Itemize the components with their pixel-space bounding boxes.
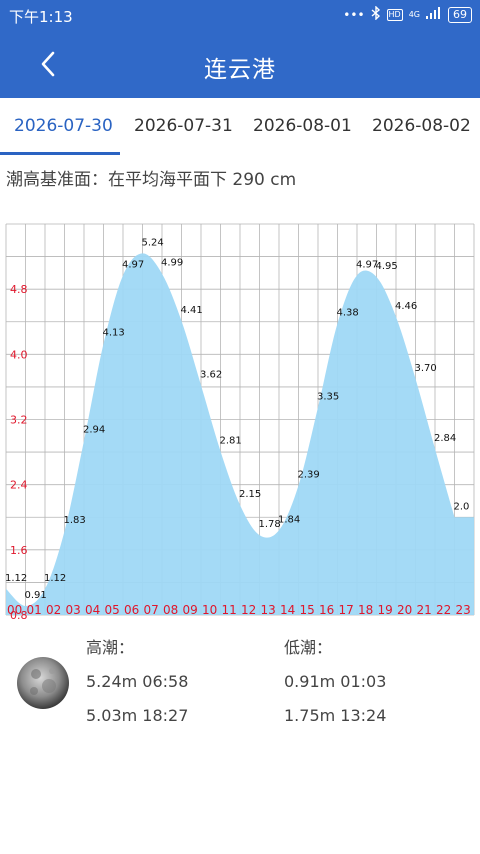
x-tick-label: 05 xyxy=(105,603,120,617)
x-tick-label: 10 xyxy=(202,603,217,617)
x-tick-label: 22 xyxy=(436,603,451,617)
y-tick-label: 4.8 xyxy=(10,283,28,296)
x-tick-label: 00 xyxy=(7,603,22,617)
x-tick-label: 14 xyxy=(280,603,295,617)
low-tide-2: 1.75m 13:24 xyxy=(284,706,387,725)
data-label: 1.12 xyxy=(5,573,27,584)
x-tick-label: 11 xyxy=(222,603,237,617)
low-tide-1: 0.91m 01:03 xyxy=(284,672,387,691)
tide-chart-svg: 0.81.62.43.24.04.800 01 02 03 04 05 06 07 08 09 10… xyxy=(5,223,475,622)
x-tick-label: 21 xyxy=(417,603,432,617)
data-label: 4.46 xyxy=(395,301,417,312)
page-title: 连云港 xyxy=(204,57,276,83)
tide-datum-text: 潮高基准面：在平均海平面下 290 cm xyxy=(6,170,297,190)
x-tick-label: 16 xyxy=(319,603,334,617)
data-label: 2.15 xyxy=(239,489,261,500)
low-tide-column: 低潮： 0.91m 01:03 1.75m 13:24 xyxy=(284,636,386,728)
data-label: 4.97 xyxy=(122,259,144,270)
y-tick-label: 1.6 xyxy=(10,544,28,557)
x-tick-label: 07 xyxy=(144,603,159,617)
dots-icon: ••• xyxy=(343,7,365,22)
low-tide-label: 低潮： xyxy=(284,638,333,657)
data-label: 4.99 xyxy=(161,258,183,269)
high-tide-2: 5.03m 18:27 xyxy=(86,706,189,725)
data-label: 1.84 xyxy=(278,514,300,525)
x-tick-label: 15 xyxy=(300,603,315,617)
data-label: 3.70 xyxy=(415,363,437,374)
high-tide-label: 高潮： xyxy=(86,638,135,657)
high-tide-column: 高潮： 5.24m 06:58 5.03m 18:27 xyxy=(86,636,188,728)
date-tabs: 2026-07-30 2026-07-31 2026-08-01 2026-08… xyxy=(0,98,480,156)
data-label: 1.83 xyxy=(64,515,86,526)
x-tick-label: 19 xyxy=(378,603,393,617)
x-tick-label: 09 xyxy=(183,603,198,617)
network-type: 4G xyxy=(408,10,420,19)
data-label: 2.81 xyxy=(220,435,242,446)
x-tick-label: 03 xyxy=(66,603,81,617)
x-tick-label: 01 xyxy=(27,603,42,617)
x-tick-label: 12 xyxy=(241,603,256,617)
tab-2026-07-31[interactable]: 2026-07-31 xyxy=(134,116,233,136)
signal-icon xyxy=(426,7,442,22)
active-tab-indicator xyxy=(0,152,120,155)
x-tick-label: 18 xyxy=(358,603,373,617)
data-label: 4.41 xyxy=(181,305,203,316)
status-icons: ••• HD 4G 69 xyxy=(343,5,472,23)
x-tick-label: 20 xyxy=(397,603,412,617)
data-label: 2.84 xyxy=(434,433,456,444)
moon-phase-icon xyxy=(16,656,70,710)
x-tick-label: 17 xyxy=(339,603,354,617)
data-label: 4.38 xyxy=(337,307,359,318)
tide-chart: 0.8 1.6 2.4 3.2 4.0 4.8 00 01 02 03 04 05 06 07 08 09 10… xyxy=(0,220,480,622)
data-label: 4.13 xyxy=(103,328,125,339)
y-tick-label: 4.0 xyxy=(10,348,28,361)
y-tick-label: 2.4 xyxy=(10,479,28,492)
data-label: 2.0 xyxy=(454,501,470,512)
x-tick-label: 06 xyxy=(124,603,139,617)
tab-2026-07-30[interactable]: 2026-07-30 xyxy=(14,116,113,136)
tab-2026-08-01[interactable]: 2026-08-01 xyxy=(253,116,352,136)
status-time: 下午1:13 xyxy=(9,8,73,26)
x-tick-label: 08 xyxy=(163,603,178,617)
battery-icon: 69 xyxy=(448,6,472,23)
data-label: 5.24 xyxy=(142,237,164,248)
x-tick-label: 02 xyxy=(46,603,61,617)
data-label: 1.12 xyxy=(44,573,66,584)
hd-icon: HD xyxy=(386,8,403,21)
y-tick-label: 3.2 xyxy=(10,414,28,427)
data-label: 3.35 xyxy=(317,391,339,402)
x-tick-label: 23 xyxy=(456,603,471,617)
bluetooth-icon xyxy=(371,5,381,23)
data-label: 2.39 xyxy=(298,469,320,480)
x-tick-label: 04 xyxy=(85,603,100,617)
high-tide-1: 5.24m 06:58 xyxy=(86,672,189,691)
app-bar: 连云港 xyxy=(0,30,480,98)
tab-2026-08-02[interactable]: 2026-08-02 xyxy=(372,116,471,136)
data-label: 4.95 xyxy=(376,261,398,272)
data-label: 2.94 xyxy=(83,425,105,436)
data-label: 0.91 xyxy=(25,590,47,601)
status-bar: 下午1:13 ••• HD 4G 69 xyxy=(0,0,480,30)
data-label: 3.62 xyxy=(200,369,222,380)
x-tick-label: 13 xyxy=(261,603,276,617)
